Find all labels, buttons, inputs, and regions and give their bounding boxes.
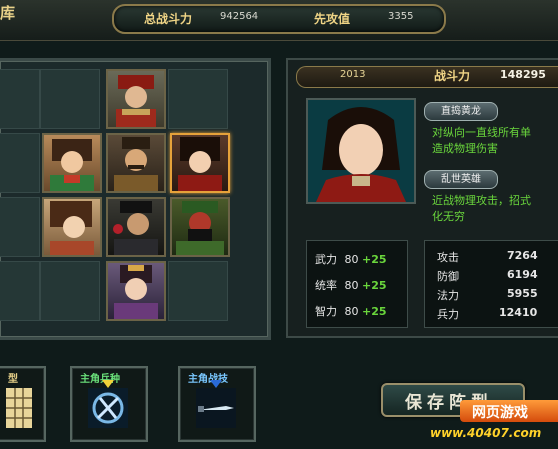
- tactic-button[interactable]: 主角战技: [178, 366, 256, 442]
- troop-type-button[interactable]: 主角兵种: [70, 366, 148, 442]
- portrait-general-female-red[interactable]: [170, 133, 230, 193]
- general-female-purple-icon: [114, 265, 158, 319]
- selected-general-portrait: [306, 98, 416, 204]
- grid-cell[interactable]: [0, 261, 40, 321]
- stat-troops: 兵力: [437, 308, 459, 321]
- stat-intelligence: 智力 80 +25: [315, 305, 387, 318]
- grid-cell[interactable]: [168, 69, 228, 129]
- grid-cell[interactable]: [40, 261, 100, 321]
- initiative-value: 3355: [388, 11, 414, 22]
- grid-cell[interactable]: [40, 69, 100, 129]
- stat-attack-value: 7264: [507, 249, 538, 262]
- watermark-url: www.40407.com: [430, 426, 542, 440]
- general-dark-armor-icon: [113, 201, 158, 255]
- stat-attack: 攻击: [437, 251, 459, 264]
- initiative-label: 先攻值: [314, 12, 351, 26]
- portrait-general-red-armor[interactable]: [106, 69, 166, 129]
- arrow-down-icon: [102, 380, 114, 388]
- portrait-general-guan-yu[interactable]: [170, 197, 230, 257]
- total-power-value: 942564: [220, 11, 259, 22]
- grid-cell[interactable]: [0, 197, 40, 257]
- grid-cell[interactable]: [168, 261, 228, 321]
- general-female-green-icon: [50, 139, 94, 191]
- skill2-desc-line1: 近战物理攻击，招式: [432, 194, 531, 207]
- skill2-desc-line2: 化无穷: [432, 210, 465, 223]
- general-power-label: 战斗力: [434, 69, 471, 83]
- general-mustache-icon: [114, 137, 158, 191]
- portrait-general-female-purple[interactable]: [106, 261, 166, 321]
- formation-grid: [0, 58, 271, 340]
- general-female-red-icon: [308, 100, 414, 202]
- sword-icon: [196, 388, 236, 428]
- portrait-general-female-green[interactable]: [42, 133, 102, 193]
- tactic-label: 主角战技: [188, 374, 228, 385]
- general-red-armor-icon: [116, 75, 156, 127]
- total-stats-plate: 总战斗力 942564 先攻值 3355: [112, 4, 446, 34]
- troop-type-label: 主角兵种: [80, 374, 120, 385]
- general-power-value: 148295: [500, 68, 546, 81]
- general-female-red-icon: [178, 137, 222, 191]
- general-year: 2013: [340, 69, 366, 80]
- grid-cell[interactable]: [0, 69, 40, 129]
- stat-defense: 防御: [437, 270, 459, 283]
- skill-tag-1[interactable]: 直捣黄龙: [424, 102, 498, 121]
- total-power-label: 总战斗力: [144, 12, 193, 26]
- grid-cell[interactable]: [0, 133, 40, 193]
- stat-troops-value: 12410: [499, 306, 538, 319]
- troop-emblem-icon: [88, 388, 128, 428]
- stat-force: 武力 80 +25: [315, 253, 387, 266]
- stat-mana: 法力: [437, 289, 459, 302]
- portrait-general-female-brown[interactable]: [42, 197, 102, 257]
- formation-type-label: 型: [8, 374, 18, 385]
- general-guan-yu-icon: [176, 201, 224, 255]
- skill-tag-2[interactable]: 乱世英雄: [424, 170, 498, 189]
- stat-command: 统率 80 +25: [315, 279, 387, 292]
- corner-title: 库: [0, 4, 16, 22]
- stat-defense-value: 6194: [507, 268, 538, 281]
- arrow-down-icon: [210, 380, 222, 388]
- portrait-general-mustache[interactable]: [106, 133, 166, 193]
- formation-grid-icon: [6, 388, 32, 428]
- combat-stats-box: 攻击 7264 防御 6194 法力 5955 兵力 12410: [424, 240, 558, 328]
- formation-type-button[interactable]: 型: [0, 366, 46, 442]
- general-female-brown-icon: [50, 201, 94, 255]
- stat-mana-value: 5955: [507, 287, 538, 300]
- skill1-desc-line2: 造成物理伤害: [432, 142, 498, 155]
- watermark-text: 网页游戏: [472, 405, 528, 421]
- base-stats-box: 武力 80 +25 统率 80 +25 智力 80 +25: [306, 240, 408, 328]
- portrait-general-dark-armor[interactable]: [106, 197, 166, 257]
- skill1-desc-line1: 对纵向一直线所有单: [432, 126, 531, 139]
